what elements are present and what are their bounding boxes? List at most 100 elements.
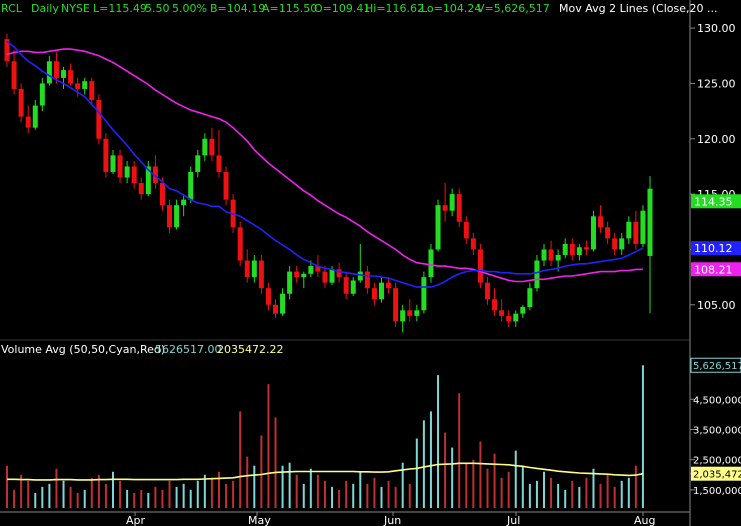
candle-body — [470, 238, 476, 250]
candle-body — [484, 282, 490, 300]
x-tick-label: Apr — [126, 514, 146, 526]
candle-body — [237, 227, 243, 261]
volume-header-label: Volume Avg (50,50,Cyan,Red) — [1, 343, 165, 356]
candle-body — [371, 288, 377, 300]
price-tag-label: 108.21 — [694, 263, 733, 276]
header-interval: Daily — [31, 2, 59, 15]
candle-body — [612, 238, 618, 250]
candle-body — [329, 269, 335, 283]
volume-tick-label: 1,500,000 — [693, 486, 741, 497]
header-symbol: RCL — [1, 2, 23, 15]
price-tick-label: 130.00 — [697, 22, 736, 35]
candle-body — [202, 138, 208, 156]
candle-body — [68, 70, 74, 84]
candle-body — [46, 61, 52, 84]
candle-body — [548, 249, 554, 261]
candle-body — [301, 273, 307, 278]
candle-body — [25, 116, 31, 128]
header-exchange: NYSE — [61, 2, 90, 15]
header-change: 5.50 — [145, 2, 170, 15]
candle-body — [167, 205, 173, 228]
candle-body — [576, 247, 582, 255]
volume-header-cyan: 5626517.00 — [155, 343, 221, 356]
candle-body — [265, 288, 271, 305]
candle-body — [647, 188, 653, 256]
price-tag-label: 114.35 — [694, 195, 733, 208]
candle-body — [414, 310, 420, 316]
candle-body — [435, 205, 441, 250]
candle-body — [32, 105, 38, 128]
candle-body — [442, 205, 448, 211]
candle-body — [400, 310, 406, 322]
candle-body — [75, 83, 81, 89]
candle-body — [569, 243, 575, 255]
candle-body — [492, 299, 498, 311]
candle-body — [124, 166, 130, 178]
candle-body — [456, 194, 462, 222]
candle-body — [499, 310, 505, 316]
candle-body — [159, 183, 165, 206]
header-last: L=115.49 — [93, 2, 147, 15]
candle-body — [61, 70, 67, 78]
candle-body — [463, 221, 469, 239]
price-header: RCL Daily NYSE L=115.49 5.50 5.00% B=104… — [1, 2, 717, 15]
candle-body — [477, 249, 483, 283]
candle-body — [590, 216, 596, 250]
candle-body — [364, 271, 370, 289]
header-study: Mov Avg 2 Lines (Close,20 ... — [559, 2, 717, 15]
candle-body — [513, 313, 519, 322]
candle-body — [39, 83, 45, 106]
candle-body — [11, 61, 17, 89]
candle-body — [117, 155, 123, 178]
header-ask: A=115.50 — [262, 2, 317, 15]
candle-body — [527, 288, 533, 308]
candle-body — [258, 260, 264, 289]
candle-body — [110, 155, 116, 172]
candle-body — [223, 171, 229, 200]
candle-body — [131, 166, 137, 184]
candle-body — [449, 194, 455, 211]
price-tick-label: 120.00 — [697, 133, 736, 146]
candle-body — [195, 155, 201, 172]
candle-body — [181, 199, 187, 206]
candle-body — [421, 277, 427, 311]
candle-body — [138, 183, 144, 195]
candle-body — [82, 81, 88, 89]
candle-body — [605, 227, 611, 239]
header-high: Hi=116.62 — [365, 2, 424, 15]
candle-body — [53, 61, 59, 78]
candle-body — [598, 216, 604, 228]
price-tick-label: 125.00 — [697, 77, 736, 90]
volume-header-yellow: 2035472.22 — [217, 343, 283, 356]
volume-tick-label: 3,500,000 — [693, 425, 741, 436]
candle-body — [534, 260, 540, 289]
candle-body — [562, 243, 568, 255]
header-bid: B=104.19 — [210, 2, 265, 15]
candle-body — [273, 304, 279, 314]
stock-chart[interactable]: RCL Daily NYSE L=115.49 5.50 5.00% B=104… — [0, 0, 741, 526]
price-tick-label: 105.00 — [697, 299, 736, 312]
x-tick-label: Jun — [383, 514, 401, 526]
candle-body — [555, 254, 561, 261]
candle-body — [188, 171, 194, 200]
candle-body — [619, 238, 625, 250]
header-low: Lo=104.24 — [421, 2, 481, 15]
candle-body — [407, 310, 413, 316]
x-tick-label: Aug — [634, 514, 655, 526]
candle-body — [378, 282, 384, 300]
volume-tick-label: 2,035,472 — [693, 470, 741, 481]
candle-body — [287, 271, 293, 294]
candle-body — [251, 260, 257, 278]
candle-body — [96, 100, 102, 139]
candle-body — [386, 282, 392, 289]
header-volume: V=5,626,517 — [477, 2, 550, 15]
candle-body — [343, 277, 349, 294]
candle-body — [357, 271, 363, 281]
candle-body — [18, 88, 24, 117]
candle-body — [209, 138, 215, 156]
chart-background — [0, 0, 741, 526]
candle-body — [393, 288, 399, 322]
price-tag-label: 110.12 — [694, 242, 733, 255]
candle-body — [506, 315, 512, 322]
volume-tick-label: 2,500,000 — [693, 456, 741, 467]
